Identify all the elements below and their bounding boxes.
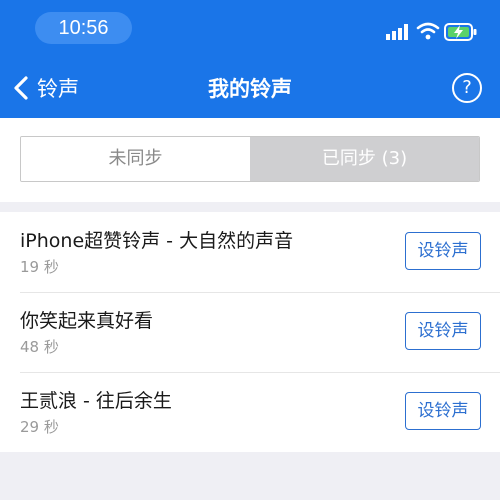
list-item[interactable]: iPhone超赞铃声 - 大自然的声音 19 秒 设铃声 bbox=[0, 212, 500, 292]
ringtone-title: 你笑起来真好看 bbox=[20, 310, 154, 332]
set-ringtone-button[interactable]: 设铃声 bbox=[405, 312, 481, 350]
ringtone-duration: 19 秒 bbox=[20, 258, 59, 276]
nav-bar: 铃声 我的铃声 ? bbox=[0, 60, 500, 116]
ringtone-title: 王贰浪 - 往后余生 bbox=[20, 390, 172, 412]
sync-segmented-control: 未同步 已同步 (3) bbox=[20, 136, 480, 182]
sync-filter-area: 未同步 已同步 (3) bbox=[0, 118, 500, 202]
set-ringtone-button[interactable]: 设铃声 bbox=[405, 392, 481, 430]
list-item[interactable]: 你笑起来真好看 48 秒 设铃声 bbox=[0, 292, 500, 372]
ringtone-list: iPhone超赞铃声 - 大自然的声音 19 秒 设铃声 你笑起来真好看 48 … bbox=[0, 212, 500, 452]
tab-synced[interactable]: 已同步 (3) bbox=[250, 137, 479, 181]
status-time: 10:56 bbox=[35, 12, 132, 44]
divider bbox=[20, 292, 500, 293]
divider bbox=[20, 372, 500, 373]
battery-charging-icon bbox=[444, 23, 477, 41]
status-bar: 10:56 bbox=[0, 0, 500, 50]
ringtone-title: iPhone超赞铃声 - 大自然的声音 bbox=[20, 230, 294, 252]
tab-unsynced[interactable]: 未同步 bbox=[21, 137, 250, 181]
header: 10:56 铃声 我的铃声 ? bbox=[0, 0, 500, 118]
help-icon[interactable]: ? bbox=[452, 73, 482, 103]
ringtone-duration: 48 秒 bbox=[20, 338, 59, 356]
page-title: 我的铃声 bbox=[208, 77, 292, 101]
wifi-icon bbox=[416, 22, 440, 40]
cellular-signal-icon bbox=[386, 24, 408, 40]
set-ringtone-button[interactable]: 设铃声 bbox=[405, 232, 481, 270]
list-item[interactable]: 王贰浪 - 往后余生 29 秒 设铃声 bbox=[0, 372, 500, 452]
ringtone-duration: 29 秒 bbox=[20, 418, 59, 436]
status-icons bbox=[386, 20, 478, 44]
